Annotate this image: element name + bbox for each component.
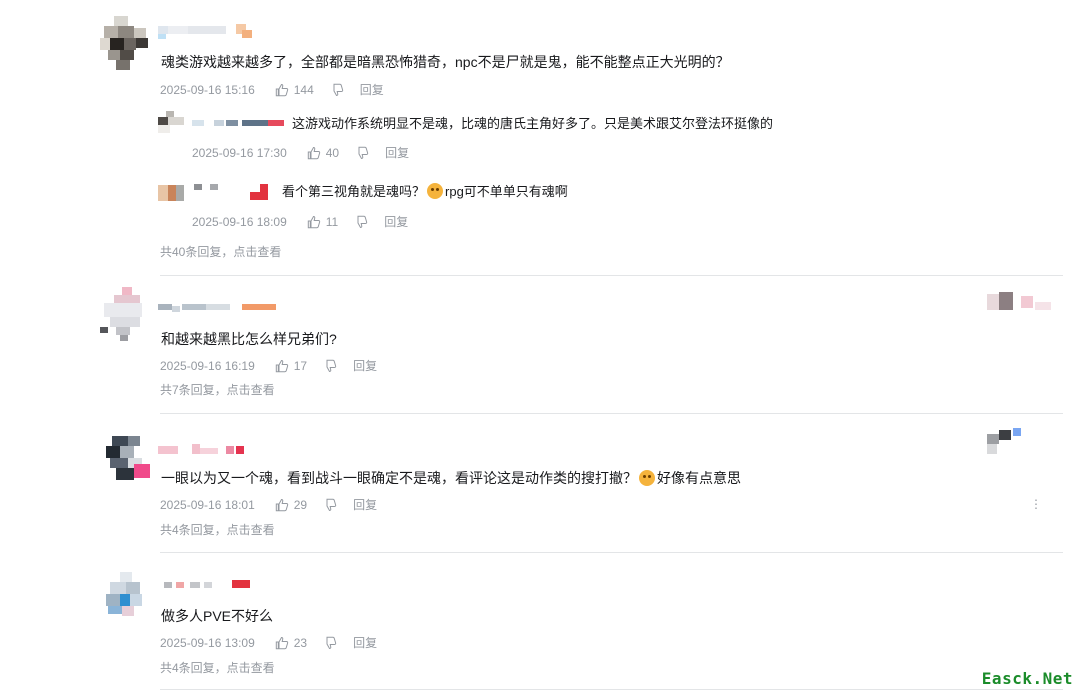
reply-username[interactable] bbox=[192, 118, 292, 132]
thumbs-down-icon bbox=[326, 359, 337, 373]
reply-text: 这游戏动作系统明显不是魂，比魂的唐氏主角好多了。只是美术跟艾尔登法环挺像的 bbox=[292, 116, 774, 131]
like-count: 11 bbox=[325, 215, 339, 229]
like-button[interactable]: 29 bbox=[275, 497, 307, 513]
reply-button[interactable]: 回复 bbox=[385, 145, 409, 161]
avatar[interactable] bbox=[106, 572, 154, 620]
dislike-button[interactable] bbox=[354, 215, 368, 229]
reply-button[interactable]: 回复 bbox=[353, 497, 377, 513]
reply-text: 看个第三视角就是魂吗？ rpg可不单单只有魂啊 bbox=[282, 183, 568, 199]
view-more-replies[interactable]: 共4条回复，点击查看 bbox=[160, 659, 275, 676]
comment-text: 和越来越黑比怎么样兄弟们? bbox=[161, 331, 337, 347]
reply-time: 2025-09-16 17:30 bbox=[192, 146, 287, 160]
comment-text: 一眼以为又一个魂，看到战斗一眼确定不是魂，看评论这是动作类的搜打撤？ 好像有点意思 bbox=[161, 470, 741, 486]
divider bbox=[160, 275, 1063, 276]
like-button[interactable]: 144 bbox=[275, 82, 314, 98]
thumbs-down-icon bbox=[357, 215, 368, 229]
divider bbox=[160, 552, 1063, 553]
thumbs-up-icon bbox=[275, 498, 288, 512]
like-button[interactable]: 11 bbox=[307, 214, 338, 230]
comment-meta: 2025-09-16 15:16 144 回复 bbox=[160, 82, 384, 98]
thumbnail[interactable] bbox=[987, 428, 1037, 456]
thumbs-up-icon bbox=[275, 636, 288, 650]
comment-text: 做多人PVE不好么 bbox=[161, 608, 274, 624]
dislike-button[interactable] bbox=[323, 498, 337, 512]
reply-meta: 2025-09-16 18:09 11 回复 bbox=[192, 214, 408, 230]
username[interactable] bbox=[164, 580, 254, 594]
username[interactable] bbox=[158, 444, 258, 458]
thumbs-down-icon bbox=[333, 83, 343, 97]
thumbs-down-icon bbox=[358, 146, 369, 160]
thumbs-down-icon bbox=[326, 498, 337, 512]
view-more-replies[interactable]: 共40条回复，点击查看 bbox=[160, 243, 281, 260]
username[interactable] bbox=[158, 24, 258, 39]
reply-avatar[interactable] bbox=[158, 183, 186, 203]
view-more-replies[interactable]: 共7条回复，点击查看 bbox=[160, 381, 275, 398]
reply-time: 2025-09-16 18:09 bbox=[192, 215, 287, 229]
reply-avatar[interactable] bbox=[158, 111, 186, 133]
comment-time: 2025-09-16 15:16 bbox=[160, 83, 255, 97]
reply-meta: 2025-09-16 17:30 40 回复 bbox=[192, 145, 409, 161]
thumbs-down-icon bbox=[326, 636, 337, 650]
like-count: 144 bbox=[293, 83, 314, 97]
divider bbox=[160, 413, 1063, 414]
like-count: 40 bbox=[325, 146, 340, 160]
comment-time: 2025-09-16 16:19 bbox=[160, 359, 255, 373]
thumbs-up-icon bbox=[307, 215, 320, 229]
like-button[interactable]: 17 bbox=[275, 358, 307, 374]
comment-meta: 2025-09-16 18:01 29 回复 bbox=[160, 497, 377, 513]
thumbs-up-icon bbox=[275, 359, 288, 373]
dislike-button[interactable] bbox=[355, 146, 369, 160]
reply-username[interactable] bbox=[192, 184, 272, 200]
reply-button[interactable]: 回复 bbox=[353, 635, 377, 651]
avatar[interactable] bbox=[106, 436, 154, 484]
avatar[interactable] bbox=[100, 287, 156, 343]
reply-button[interactable]: 回复 bbox=[353, 358, 377, 374]
more-options-icon[interactable]: ⋮ bbox=[1030, 497, 1042, 511]
thumbs-up-icon bbox=[275, 83, 288, 97]
view-more-replies[interactable]: 共4条回复，点击查看 bbox=[160, 521, 275, 538]
laughing-tears-emoji bbox=[639, 470, 655, 486]
comment-time: 2025-09-16 18:01 bbox=[160, 498, 255, 512]
dislike-button[interactable] bbox=[323, 636, 337, 650]
like-count: 29 bbox=[293, 498, 308, 512]
reply-button[interactable]: 回复 bbox=[360, 82, 384, 98]
comment-meta: 2025-09-16 13:09 23 回复 bbox=[160, 635, 377, 651]
like-count: 17 bbox=[293, 359, 308, 373]
reply-button[interactable]: 回复 bbox=[384, 214, 408, 230]
dislike-button[interactable] bbox=[330, 83, 344, 97]
comment-text: 魂类游戏越来越多了，全部都是暗黑恐怖猎奇，npc不是尸就是鬼，能不能整点正大光明… bbox=[161, 54, 730, 70]
thumbnail[interactable] bbox=[987, 290, 1057, 314]
watermark: Easck.Net bbox=[981, 669, 1073, 688]
like-count: 23 bbox=[293, 636, 308, 650]
like-button[interactable]: 23 bbox=[275, 635, 307, 651]
like-button[interactable]: 40 bbox=[307, 145, 339, 161]
comment-meta: 2025-09-16 16:19 17 回复 bbox=[160, 358, 377, 374]
dislike-button[interactable] bbox=[323, 359, 337, 373]
thumbs-up-icon bbox=[307, 146, 320, 160]
comment-time: 2025-09-16 13:09 bbox=[160, 636, 255, 650]
avatar[interactable] bbox=[100, 16, 156, 72]
username[interactable] bbox=[158, 302, 278, 316]
crying-face-emoji bbox=[427, 183, 444, 199]
divider bbox=[160, 689, 1063, 690]
